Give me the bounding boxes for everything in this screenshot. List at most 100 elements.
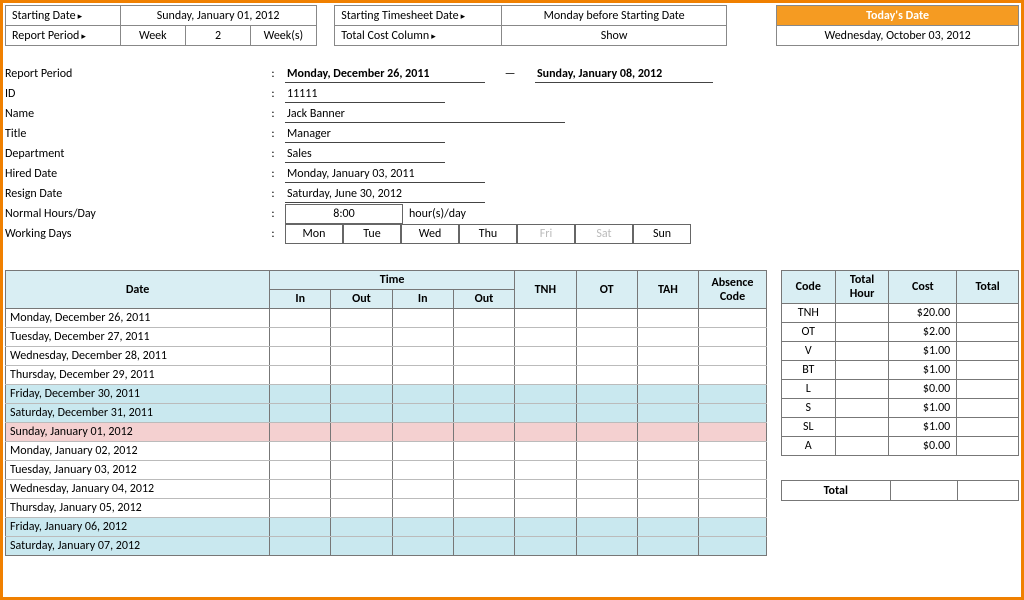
table-row[interactable]: Saturday, December 31, 2011 <box>6 404 767 423</box>
period-from: Monday, December 26, 2011 <box>285 66 485 83</box>
code-hour[interactable] <box>835 361 889 380</box>
day-box-fri[interactable]: Fri <box>517 224 575 244</box>
table-row[interactable]: Tuesday, December 27, 2011 <box>6 328 767 347</box>
code-hour[interactable] <box>835 342 889 361</box>
hdr-time: Time <box>270 271 515 290</box>
day-box-sat[interactable]: Sat <box>575 224 633 244</box>
starting-ts-value[interactable]: Monday before Starting Date <box>502 6 727 26</box>
day-box-tue[interactable]: Tue <box>343 224 401 244</box>
val-resign[interactable]: Saturday, June 30, 2012 <box>285 186 485 203</box>
day-box-wed[interactable]: Wed <box>401 224 459 244</box>
cell-date: Saturday, December 31, 2011 <box>6 404 270 423</box>
total-cost-value[interactable]: Show <box>502 26 727 46</box>
code-label: A <box>781 437 835 456</box>
code-hour[interactable] <box>835 399 889 418</box>
code-row: BT $1.00 <box>781 361 1018 380</box>
today-value: Wednesday, October 03, 2012 <box>777 26 1019 46</box>
code-label: TNH <box>781 304 835 323</box>
today-label: Today's Date <box>777 6 1019 26</box>
code-cost: $1.00 <box>889 399 957 418</box>
code-total <box>957 437 1019 456</box>
working-days-row: MonTueWedThuFriSatSun <box>285 224 1019 244</box>
lbl-resign: Resign Date <box>5 187 265 201</box>
hdr-total: Total <box>957 271 1019 304</box>
table-row[interactable]: Thursday, December 29, 2011 <box>6 366 767 385</box>
code-total <box>957 342 1019 361</box>
table-row[interactable]: Wednesday, January 04, 2012 <box>6 480 767 499</box>
codes-total-row: Total <box>781 480 1019 501</box>
code-label: L <box>781 380 835 399</box>
starting-date-value[interactable]: Sunday, January 01, 2012 <box>120 6 316 26</box>
day-box-thu[interactable]: Thu <box>459 224 517 244</box>
cell-date: Thursday, January 05, 2012 <box>6 499 270 518</box>
lbl-working-days: Working Days <box>5 227 265 241</box>
lbl-normal-hours: Normal Hours/Day <box>5 207 265 221</box>
week-label: Week <box>120 26 185 46</box>
hdr-cost: Cost <box>889 271 957 304</box>
report-period-label: Report Period <box>6 26 121 46</box>
hdr-tnh: TNH <box>515 271 576 309</box>
code-total <box>957 418 1019 437</box>
table-row[interactable]: Friday, January 06, 2012 <box>6 518 767 537</box>
cell-date: Saturday, January 07, 2012 <box>6 537 270 556</box>
val-id[interactable]: 11111 <box>285 86 445 103</box>
code-cost: $2.00 <box>889 323 957 342</box>
code-hour[interactable] <box>835 437 889 456</box>
code-cost: $1.00 <box>889 418 957 437</box>
val-name[interactable]: Jack Banner <box>285 106 565 123</box>
code-label: BT <box>781 361 835 380</box>
table-row[interactable]: Monday, January 02, 2012 <box>6 442 767 461</box>
hdr-date: Date <box>6 271 270 309</box>
hdr-out1: Out <box>331 290 392 309</box>
val-department[interactable]: Sales <box>285 146 445 163</box>
cell-date: Monday, December 26, 2011 <box>6 309 270 328</box>
codes-table: Code Total Hour Cost Total TNH$20.00OT $2… <box>781 270 1019 456</box>
table-row[interactable]: Thursday, January 05, 2012 <box>6 499 767 518</box>
code-cost: $0.00 <box>889 437 957 456</box>
table-row[interactable]: Sunday, January 01, 2012 <box>6 423 767 442</box>
table-row[interactable]: Friday, December 30, 2011 <box>6 385 767 404</box>
code-row: S$1.00 <box>781 399 1018 418</box>
total-total-cell <box>957 481 1018 501</box>
table-row[interactable]: Tuesday, January 03, 2012 <box>6 461 767 480</box>
val-hired[interactable]: Monday, January 03, 2011 <box>285 166 485 183</box>
code-total <box>957 380 1019 399</box>
val-normal-hours[interactable]: 8:00 <box>285 204 403 224</box>
cell-date: Friday, December 30, 2011 <box>6 385 270 404</box>
day-box-mon[interactable]: Mon <box>285 224 343 244</box>
code-label: OT <box>781 323 835 342</box>
code-row: SL$1.00 <box>781 418 1018 437</box>
employee-info: Report Period: ID: Name: Title: Departme… <box>5 64 1019 244</box>
cell-date: Tuesday, January 03, 2012 <box>6 461 270 480</box>
cell-date: Sunday, January 01, 2012 <box>6 423 270 442</box>
week-num[interactable]: 2 <box>185 26 250 46</box>
code-total <box>957 361 1019 380</box>
day-box-sun[interactable]: Sun <box>633 224 691 244</box>
table-row[interactable]: Wednesday, December 28, 2011 <box>6 347 767 366</box>
hdr-out2: Out <box>453 290 514 309</box>
code-total <box>957 399 1019 418</box>
table-row[interactable]: Monday, December 26, 2011 <box>6 309 767 328</box>
code-row: OT $2.00 <box>781 323 1018 342</box>
cell-date: Monday, January 02, 2012 <box>6 442 270 461</box>
code-hour[interactable] <box>835 323 889 342</box>
lbl-department: Department <box>5 147 265 161</box>
cell-date: Tuesday, December 27, 2011 <box>6 328 270 347</box>
table-row[interactable]: Saturday, January 07, 2012 <box>6 537 767 556</box>
hdr-code: Code <box>781 271 835 304</box>
total-cost-label: Total Cost Column <box>335 26 502 46</box>
code-cost: $1.00 <box>889 361 957 380</box>
total-cost-cell <box>890 481 957 501</box>
code-row: V$1.00 <box>781 342 1018 361</box>
cell-date: Wednesday, January 04, 2012 <box>6 480 270 499</box>
total-label: Total <box>781 481 890 501</box>
code-hour[interactable] <box>835 380 889 399</box>
code-row: A $0.00 <box>781 437 1018 456</box>
code-total <box>957 304 1019 323</box>
code-row: TNH$20.00 <box>781 304 1018 323</box>
lbl-hired: Hired Date <box>5 167 265 181</box>
val-title[interactable]: Manager <box>285 126 445 143</box>
hdr-total-hour: Total Hour <box>835 271 889 304</box>
code-hour[interactable] <box>835 304 889 323</box>
code-hour[interactable] <box>835 418 889 437</box>
